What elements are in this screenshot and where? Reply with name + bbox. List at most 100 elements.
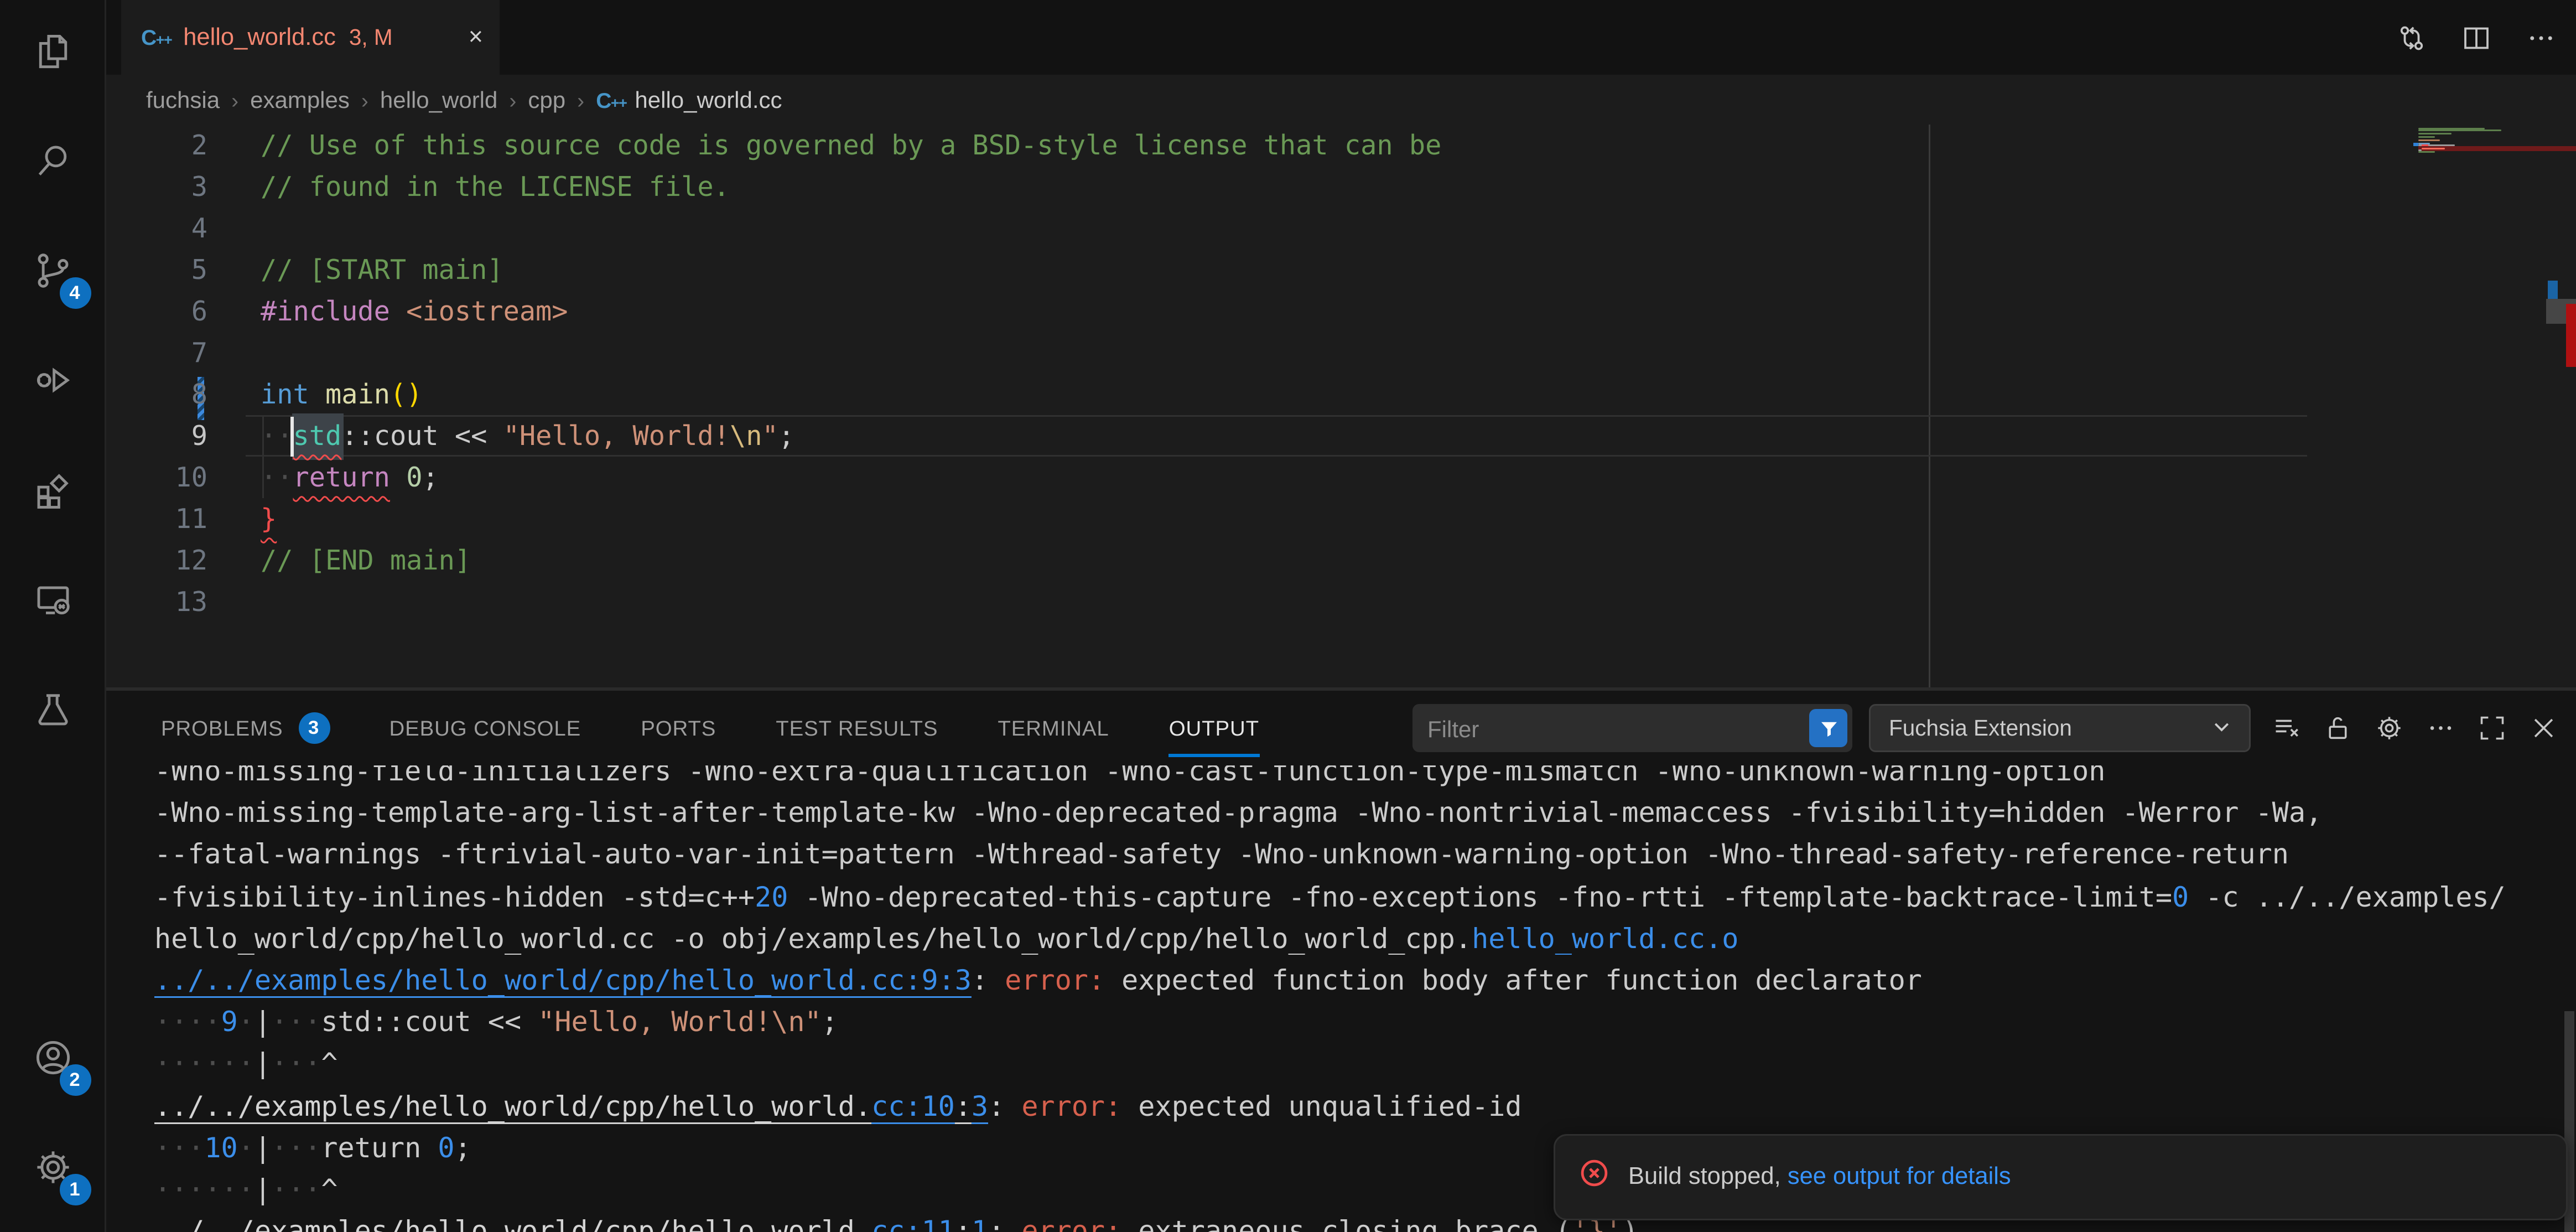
line-number: 3	[106, 166, 207, 208]
output-file-link[interactable]: ../../examples/hello_world/cpp/hello_wor…	[154, 1089, 871, 1122]
panel-tab-terminal[interactable]: TERMINAL	[998, 691, 1109, 765]
open-changes-icon[interactable]	[2393, 19, 2430, 56]
code-line-10[interactable]: 10··return 0;	[106, 457, 2576, 498]
breadcrumb-item-fuchsia[interactable]: fuchsia	[146, 86, 220, 113]
code-line-2[interactable]: 2// Use of this source code is governed …	[106, 125, 2576, 166]
code-line-9[interactable]: 9··std::cout << "Hello, World!\n";	[106, 415, 2576, 457]
breadcrumb-separator: ›	[577, 87, 584, 112]
activity-run-debug[interactable]	[0, 329, 106, 438]
output-token: ···	[271, 1005, 321, 1038]
breadcrumb-item-hello_world[interactable]: hello_world	[380, 86, 497, 113]
code-token: 0	[406, 462, 422, 493]
activity-remote-explorer[interactable]	[0, 548, 106, 658]
output-file-link[interactable]: hello_world.cc.o	[1472, 921, 1738, 954]
code-token: // found in the LICENSE file.	[261, 171, 730, 203]
code-line-5[interactable]: 5// [START main]	[106, 249, 2576, 291]
maximize-panel-icon[interactable]	[2473, 710, 2510, 747]
filter-icon[interactable]	[1809, 709, 1847, 747]
code-token: #include	[261, 296, 390, 327]
panel-tab-ports[interactable]: PORTS	[641, 691, 716, 765]
code-token: "	[762, 420, 778, 452]
panel-tabs: PROBLEMS3 DEBUG CONSOLE PORTS TEST RESULTS T…	[106, 691, 1259, 765]
activity-source-control[interactable]: 4	[0, 219, 106, 329]
panel-tab-debug-console[interactable]: DEBUG CONSOLE	[389, 691, 581, 765]
panel-tab-test-results[interactable]: TEST RESULTS	[776, 691, 938, 765]
code-line-12[interactable]: 12// [END main]	[106, 540, 2576, 581]
code-line-13[interactable]: 13	[106, 581, 2576, 623]
breadcrumb-item-examples[interactable]: examples	[250, 86, 350, 113]
output-token: ···	[271, 1047, 321, 1080]
code-line-3[interactable]: 3 // found in the LICENSE file.	[106, 166, 2576, 208]
panel-tab-label: DEBUG CONSOLE	[389, 716, 581, 741]
line-number: 6	[106, 291, 207, 332]
more-actions-icon[interactable]	[2523, 19, 2559, 56]
output-token: hello_world/cpp/hello_world.cc -o obj/ex…	[154, 921, 1472, 954]
output-token: ···	[154, 1130, 204, 1163]
output-line: hello_world/cpp/hello_world.cc -o obj/ex…	[154, 918, 1738, 960]
output-file-link[interactable]: ../../examples/hello_world/cpp/hello_wor…	[154, 963, 972, 996]
output-file-link[interactable]: :	[955, 1214, 972, 1232]
line-number: 9	[106, 415, 207, 457]
remote-explorer-icon	[31, 577, 74, 629]
breadcrumb-item-hello_world.cc[interactable]: C++hello_world.cc	[596, 86, 782, 113]
editor-group: C++ hello_world.cc 3, M × fuchsia › exampl…	[106, 0, 2576, 1232]
activity-testing[interactable]	[0, 658, 106, 767]
line-number: 13	[106, 581, 207, 623]
code-text: // [END main]	[261, 540, 471, 581]
output-token: error:	[1021, 1089, 1121, 1122]
output-file-link[interactable]: 1	[972, 1214, 988, 1232]
code-line-4[interactable]: 4	[106, 208, 2576, 249]
activity-settings[interactable]: 1	[0, 1116, 106, 1225]
gear-icon[interactable]	[2370, 710, 2407, 747]
activity-bar: 4 2 1	[0, 0, 106, 1232]
output-line: ···10·|···return 0;	[154, 1127, 471, 1169]
code-token: std	[293, 420, 342, 452]
output-file-link[interactable]: :	[955, 1089, 972, 1122]
code-token: ··	[261, 420, 293, 452]
output-filter	[1412, 704, 1852, 752]
output-token: :	[972, 963, 1005, 996]
filter-input[interactable]	[1412, 715, 1852, 742]
output-token: -Wno-missing-template-arg-list-after-tem…	[154, 796, 2322, 829]
panel-tab-problems[interactable]: PROBLEMS3	[161, 691, 330, 765]
clear-output-icon[interactable]	[2267, 710, 2304, 747]
output-file-link[interactable]: ../../examples/hello_world/cpp/hello_wor…	[154, 1214, 871, 1232]
output-file-link[interactable]: cc:10	[871, 1089, 955, 1122]
unlock-icon[interactable]	[2319, 710, 2355, 747]
line-number: 11	[106, 498, 207, 540]
close-panel-icon[interactable]	[2525, 710, 2561, 747]
output-token: --fatal-warnings -ftrivial-auto-var-init…	[154, 837, 2289, 871]
code-line-6[interactable]: 6#include <iostream>	[106, 291, 2576, 332]
code-line-7[interactable]: 7	[106, 332, 2576, 374]
code-token: int	[261, 379, 309, 410]
code-line-8[interactable]: 8int main()	[106, 374, 2576, 415]
activity-accounts[interactable]: 2	[0, 1006, 106, 1116]
panel-tab-output[interactable]: OUTPUT	[1169, 691, 1259, 765]
breadcrumb-item-cpp[interactable]: cpp	[528, 86, 565, 113]
settings-badge: 1	[59, 1174, 91, 1205]
close-tab-icon[interactable]: ×	[469, 25, 483, 50]
output-line: ../../examples/hello_world/cpp/hello_wor…	[154, 960, 1922, 1002]
output-file-link[interactable]: cc:11	[871, 1214, 955, 1232]
output-channel-select[interactable]: Fuchsia Extension	[1869, 704, 2251, 752]
output-token: expected unqualified-id	[1121, 1089, 1521, 1122]
line-number: 8	[106, 374, 207, 415]
code-token: // [END main]	[261, 545, 471, 576]
code-line-11[interactable]: 11}	[106, 498, 2576, 540]
notification-link[interactable]: see output for details	[1788, 1164, 2011, 1190]
output-token: |	[255, 1172, 271, 1205]
code-editor[interactable]: 2// Use of this source code is governed …	[106, 125, 2576, 689]
activity-search[interactable]	[0, 110, 106, 219]
more-icon[interactable]	[2422, 710, 2458, 747]
split-editor-icon[interactable]	[2458, 19, 2495, 56]
tab-hello-world-cc[interactable]: C++ hello_world.cc 3, M ×	[121, 0, 500, 75]
extensions-icon	[31, 468, 74, 519]
files-icon	[31, 29, 74, 81]
output-token: ···	[271, 1130, 321, 1163]
output-token: 20	[755, 879, 788, 913]
output-file-link[interactable]: 3	[972, 1089, 988, 1122]
activity-explorer[interactable]	[0, 0, 106, 110]
activity-extensions[interactable]	[0, 438, 106, 548]
search-icon	[31, 139, 74, 190]
notification-toast[interactable]: Build stopped, see output for details	[1554, 1134, 2568, 1220]
